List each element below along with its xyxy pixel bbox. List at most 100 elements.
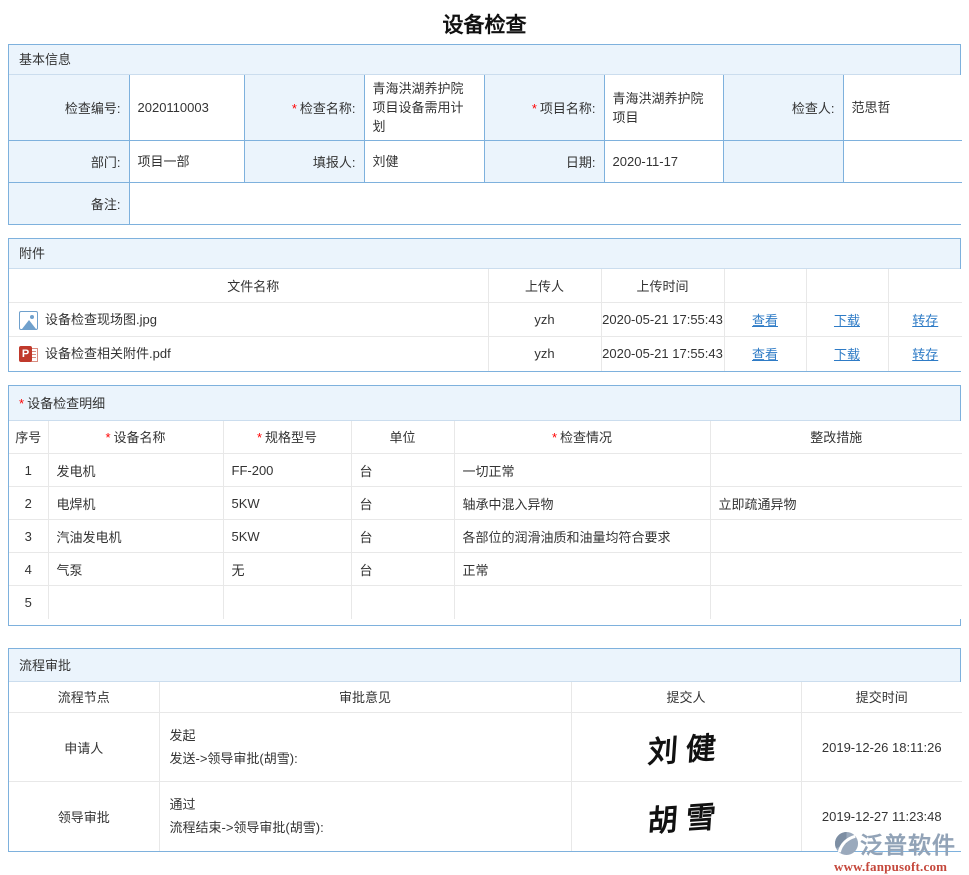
detail-row: 2 电焊机 5KW 台 轴承中混入异物 立即疏通异物 [9,487,962,520]
opinion-cell: 通过 流程结束->领导审批(胡雪): [159,782,571,851]
seq-cell: 2 [9,487,48,520]
filler-label: 填报人: [244,141,364,183]
remark-value [129,183,962,224]
opinion-line: 流程结束->领导审批(胡雪): [170,816,571,839]
uploader-cell: yzh [488,303,601,337]
check-no-label: 检查编号: [9,75,129,141]
status-cell: 各部位的润滑油质和油量均符合要求 [454,520,710,553]
department-label: 部门: [9,141,129,183]
required-marker: * [257,430,262,445]
required-marker: * [532,101,537,116]
check-no-value: 2020110003 [129,75,244,141]
equipment-name-cell: 电焊机 [48,487,223,520]
model-cell: 无 [223,553,351,586]
unit-cell: 台 [351,487,454,520]
inspector-value: 范思哲 [843,75,962,141]
detail-row: 4 气泵 无 台 正常 [9,553,962,586]
date-label: 日期: [484,141,604,183]
col-header-unit: 单位 [351,421,454,454]
model-cell: FF-200 [223,454,351,487]
page-title: 设备检查 [0,0,969,44]
equipment-name-cell: 发电机 [48,454,223,487]
status-cell: 轴承中混入异物 [454,487,710,520]
attachments-table: 文件名称 上传人 上传时间 设备检查现场图.jpg yzh 2020-05-21… [9,269,962,371]
col-header-file-name: 文件名称 [9,269,488,303]
detail-row: 1 发电机 FF-200 台 一切正常 [9,454,962,487]
check-name-label: *检查名称: [244,75,364,141]
unit-cell: 台 [351,454,454,487]
approval-row: 申请人 发起 发送->领导审批(胡雪): 刘健 2019-12-26 18:11… [9,713,962,782]
approval-flow-table: 流程节点 审批意见 提交人 提交时间 申请人 发起 发送->领导审批(胡雪): … [9,682,962,851]
view-link[interactable]: 查看 [752,347,778,362]
check-name-value: 青海洪湖养护院项目设备需用计划 [364,75,484,141]
submitter-signature-cell: 胡雪 [571,782,801,851]
attachment-row: P设备检查相关附件.pdf yzh 2020-05-21 17:55:43 查看… [9,337,962,371]
empty-label-cell [723,141,843,183]
measure-cell [710,586,962,619]
detail-row: 5 [9,586,962,619]
submit-time-cell: 2019-12-26 18:11:26 [801,713,962,782]
content: 基本信息 检查编号: 2020110003 *检查名称: 青海洪湖养护院项目设备… [8,44,961,852]
seq-cell: 3 [9,520,48,553]
unit-cell: 台 [351,553,454,586]
image-file-icon [19,311,38,330]
basic-info-section-title: 基本信息 [9,45,960,75]
submitter-signature-cell: 刘健 [571,713,801,782]
opinion-line: 发起 [170,724,571,747]
empty-value-cell [843,141,962,183]
department-value: 项目一部 [129,141,244,183]
col-header-measure: 整改措施 [710,421,962,454]
col-header-seq: 序号 [9,421,48,454]
project-name-value: 青海洪湖养护院项目 [604,75,723,141]
attachment-row: 设备检查现场图.jpg yzh 2020-05-21 17:55:43 查看 下… [9,303,962,337]
download-link[interactable]: 下载 [834,313,860,328]
vendor-watermark: 泛普软件 www.fanpusoft.com [834,826,968,875]
approval-flow-section-title: 流程审批 [9,649,960,682]
col-header-action-2 [806,269,888,303]
file-name-cell: 设备检查现场图.jpg [9,303,488,337]
col-header-opinion: 审批意见 [159,682,571,713]
attachments-section-title: 附件 [9,239,960,269]
col-header-uploader: 上传人 [488,269,601,303]
opinion-line: 通过 [170,793,571,816]
fanpu-logo-icon [834,831,859,856]
model-cell: 5KW [223,487,351,520]
status-cell: 一切正常 [454,454,710,487]
unit-cell: 台 [351,520,454,553]
inspection-details-section-title: *设备检查明细 [9,386,960,421]
attachments-section: 附件 文件名称 上传人 上传时间 设备检查现场图.jpg yzh 2020-05… [8,238,961,372]
equipment-name-cell: 气泵 [48,553,223,586]
col-header-upload-time: 上传时间 [601,269,724,303]
remark-label: 备注: [9,183,129,224]
unit-cell [351,586,454,619]
uploader-cell: yzh [488,337,601,371]
signature: 胡雪 [647,791,726,841]
model-cell [223,586,351,619]
measure-cell [710,553,962,586]
vendor-brand-text: 泛普软件 [860,826,956,860]
upload-time-cell: 2020-05-21 17:55:43 [601,337,724,371]
seq-cell: 5 [9,586,48,619]
model-cell: 5KW [223,520,351,553]
inspection-details-table: 序号 *设备名称 *规格型号 单位 *检查情况 整改措施 1 发电机 FF-20… [9,421,962,619]
required-marker: * [552,430,557,445]
saveas-link[interactable]: 转存 [912,347,938,362]
status-cell [454,586,710,619]
signature: 刘健 [647,722,726,772]
required-marker: * [19,396,24,411]
saveas-link[interactable]: 转存 [912,313,938,328]
col-header-submitter: 提交人 [571,682,801,713]
detail-row: 3 汽油发电机 5KW 台 各部位的润滑油质和油量均符合要求 [9,520,962,553]
approval-row: 领导审批 通过 流程结束->领导审批(胡雪): 胡雪 2019-12-27 11… [9,782,962,851]
inspector-label: 检查人: [723,75,843,141]
equipment-name-cell [48,586,223,619]
view-link[interactable]: 查看 [752,313,778,328]
file-name-cell: P设备检查相关附件.pdf [9,337,488,371]
flow-node-cell: 领导审批 [9,782,159,851]
col-header-action-1 [724,269,806,303]
col-header-status: *检查情况 [454,421,710,454]
measure-cell: 立即疏通异物 [710,487,962,520]
download-link[interactable]: 下载 [834,347,860,362]
project-name-label: *项目名称: [484,75,604,141]
approval-flow-section: 流程审批 流程节点 审批意见 提交人 提交时间 申请人 发起 发送->领导审批(… [8,648,961,852]
